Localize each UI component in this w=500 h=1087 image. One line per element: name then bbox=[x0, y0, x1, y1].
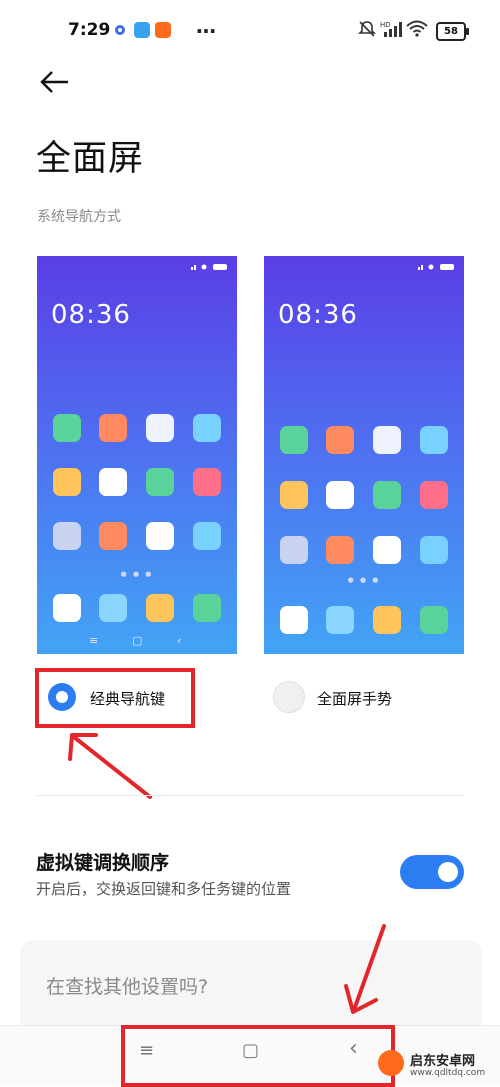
annotation-arrow-icon bbox=[68, 733, 152, 799]
preview-clock: 08:36 bbox=[51, 300, 131, 330]
weather-app-icon bbox=[134, 22, 150, 38]
signal-icon: HD bbox=[380, 21, 402, 37]
toggle-knob bbox=[438, 862, 458, 882]
gesture-navigation-preview[interactable]: 08:36 ● ● ● bbox=[264, 256, 464, 654]
preview-status-icons bbox=[418, 264, 454, 270]
preview-menu-key: ≡ bbox=[89, 634, 99, 647]
section-label: 系统导航方式 bbox=[37, 209, 121, 225]
preview-back-key: ‹ bbox=[177, 634, 182, 647]
section-divider bbox=[36, 795, 464, 796]
notification-app-icon bbox=[112, 22, 128, 38]
swap-keys-description: 开启后，交换返回键和多任务键的位置 bbox=[36, 880, 292, 898]
preview-status-icons bbox=[191, 264, 227, 270]
classic-navigation-preview[interactable]: 08:36 ● ● ● ≡ ▢ ‹ bbox=[37, 256, 237, 654]
battery-icon: 58 bbox=[436, 22, 469, 41]
mute-icon bbox=[358, 21, 376, 37]
annotation-highlight-box bbox=[35, 668, 195, 728]
more-notifications-indicator: … bbox=[196, 14, 217, 38]
back-arrow-icon[interactable] bbox=[36, 64, 72, 100]
wifi-icon bbox=[406, 20, 428, 37]
search-other-settings-text: 在查找其他设置吗? bbox=[46, 976, 209, 998]
gesture-nav-radio[interactable] bbox=[273, 681, 305, 713]
page-title: 全面屏 bbox=[36, 139, 145, 179]
watermark-title: 启东安卓网 bbox=[410, 1054, 476, 1069]
preview-home-key: ▢ bbox=[132, 634, 143, 647]
svg-text:HD: HD bbox=[380, 21, 391, 29]
swap-keys-toggle[interactable] bbox=[400, 855, 464, 889]
preview-clock: 08:36 bbox=[278, 300, 358, 330]
status-time: 7:29 bbox=[68, 20, 111, 40]
gesture-nav-label[interactable]: 全面屏手势 bbox=[317, 688, 392, 709]
mi-app-icon bbox=[155, 22, 171, 38]
swap-keys-title: 虚拟键调换顺序 bbox=[36, 852, 170, 874]
annotation-navbar-box bbox=[121, 1025, 395, 1087]
watermark-logo-icon bbox=[378, 1050, 404, 1076]
annotation-arrow-icon bbox=[344, 924, 386, 1014]
watermark-url: www.qdltdq.com bbox=[410, 1068, 486, 1078]
